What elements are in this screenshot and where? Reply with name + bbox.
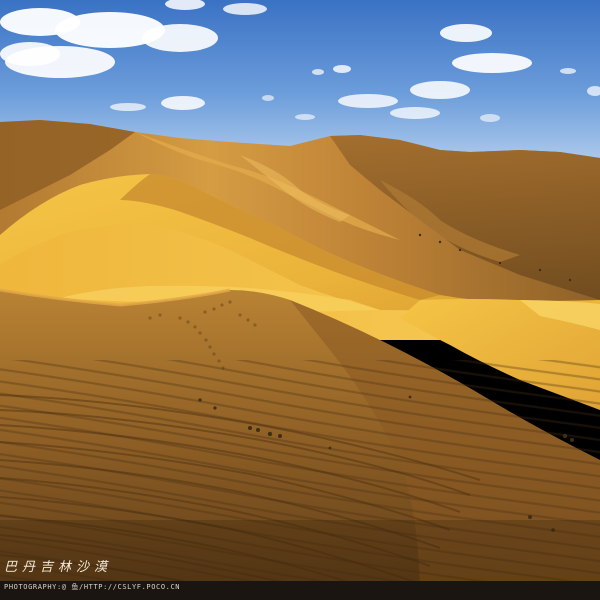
- photo-title-calligraphy: 巴丹吉林沙漠: [4, 560, 113, 575]
- desert-photo: 巴丹吉林沙漠 PHOTOGRAPHY:@ 鱼/HTTP://CSLYF.POCO…: [0, 0, 600, 600]
- photo-credit: PHOTOGRAPHY:@ 鱼/HTTP://CSLYF.POCO.CN: [4, 583, 181, 591]
- desert-scene: [0, 0, 600, 600]
